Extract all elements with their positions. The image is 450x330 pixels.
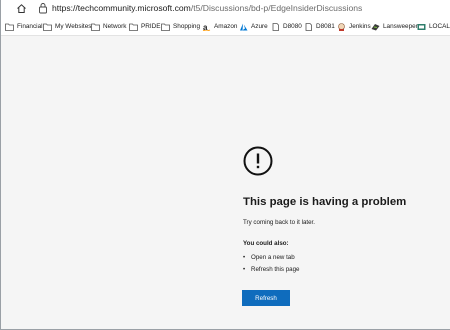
favorite-azure[interactable]: Azure (239, 21, 268, 32)
favorite-label: Amazon (214, 23, 238, 30)
favorite-lansweeper[interactable]: Lansweeper (371, 21, 418, 32)
lansweeper-icon (371, 23, 380, 30)
favorite-label: Lansweeper (383, 23, 418, 30)
error-title: This page is having a problem (243, 196, 407, 208)
favorite-network[interactable]: Network (91, 21, 126, 32)
favorite-local[interactable]: LOCAL (417, 21, 450, 32)
favorite-label: LOCAL (429, 23, 450, 30)
favorite-label: Network (103, 23, 127, 30)
suggestion-open-new-tab: Open a new tab (251, 254, 295, 261)
favorite-label: Financial (17, 23, 43, 30)
bullet: • (243, 267, 246, 273)
local-icon (417, 23, 426, 30)
browser-window: https://techcommunity.microsoft.com/t5/D… (0, 0, 450, 330)
home-button[interactable] (15, 2, 27, 14)
favorite-label: Shopping (173, 23, 201, 30)
favorites-bar: Financial My Websites Network PRIDE Shop… (1, 17, 450, 36)
error-subtitle: Try coming back to it later. (243, 219, 315, 226)
exclamation-circle-icon (243, 146, 273, 176)
bullet: • (243, 255, 246, 261)
folder-icon (5, 23, 14, 31)
folder-icon (129, 23, 138, 31)
home-icon (16, 3, 26, 13)
folder-icon (91, 23, 100, 31)
favorite-label: Azure (251, 23, 268, 30)
favorite-financial[interactable]: Financial (5, 21, 43, 32)
favorite-label: Jenkins (349, 23, 371, 30)
url-field[interactable]: https://techcommunity.microsoft.com/t5/D… (52, 2, 362, 14)
folder-icon (43, 23, 52, 31)
suggestions-heading: You could also: (243, 240, 289, 247)
suggestion-refresh-page: Refresh this page (251, 266, 300, 273)
favorite-amazon[interactable]: a Amazon (202, 21, 237, 32)
favorite-d8080[interactable]: D8080 (271, 21, 302, 32)
address-bar-row: https://techcommunity.microsoft.com/t5/D… (1, 0, 450, 17)
favorite-d8081[interactable]: D8081 (304, 21, 335, 32)
azure-icon (240, 23, 248, 30)
favorite-my-websites[interactable]: My Websites (43, 21, 91, 32)
refresh-button[interactable]: Refresh (242, 290, 290, 306)
url-host: https://techcommunity.microsoft.com (52, 3, 191, 13)
favorite-label: D8081 (316, 23, 335, 30)
page-icon (305, 22, 312, 31)
favorite-label: D8080 (283, 23, 302, 30)
list-item: • Open a new tab (243, 252, 300, 264)
favorite-jenkins[interactable]: Jenkins (337, 21, 371, 32)
list-item: • Refresh this page (243, 264, 300, 276)
page-icon (272, 22, 279, 31)
favorite-label: My Websites (55, 23, 92, 30)
url-path: /t5/Discussions/bd-p/EdgeInsiderDiscussi… (190, 3, 363, 13)
favorite-label: PRIDE (141, 23, 161, 30)
amazon-icon: a (202, 23, 211, 31)
lock-icon (39, 3, 47, 14)
folder-icon (161, 23, 170, 31)
jenkins-icon (338, 22, 345, 31)
svg-text:a: a (203, 23, 208, 31)
favorite-shopping[interactable]: Shopping (161, 21, 200, 32)
suggestions-list: • Open a new tab • Refresh this page (243, 252, 300, 276)
favorite-pride[interactable]: PRIDE (129, 21, 161, 32)
